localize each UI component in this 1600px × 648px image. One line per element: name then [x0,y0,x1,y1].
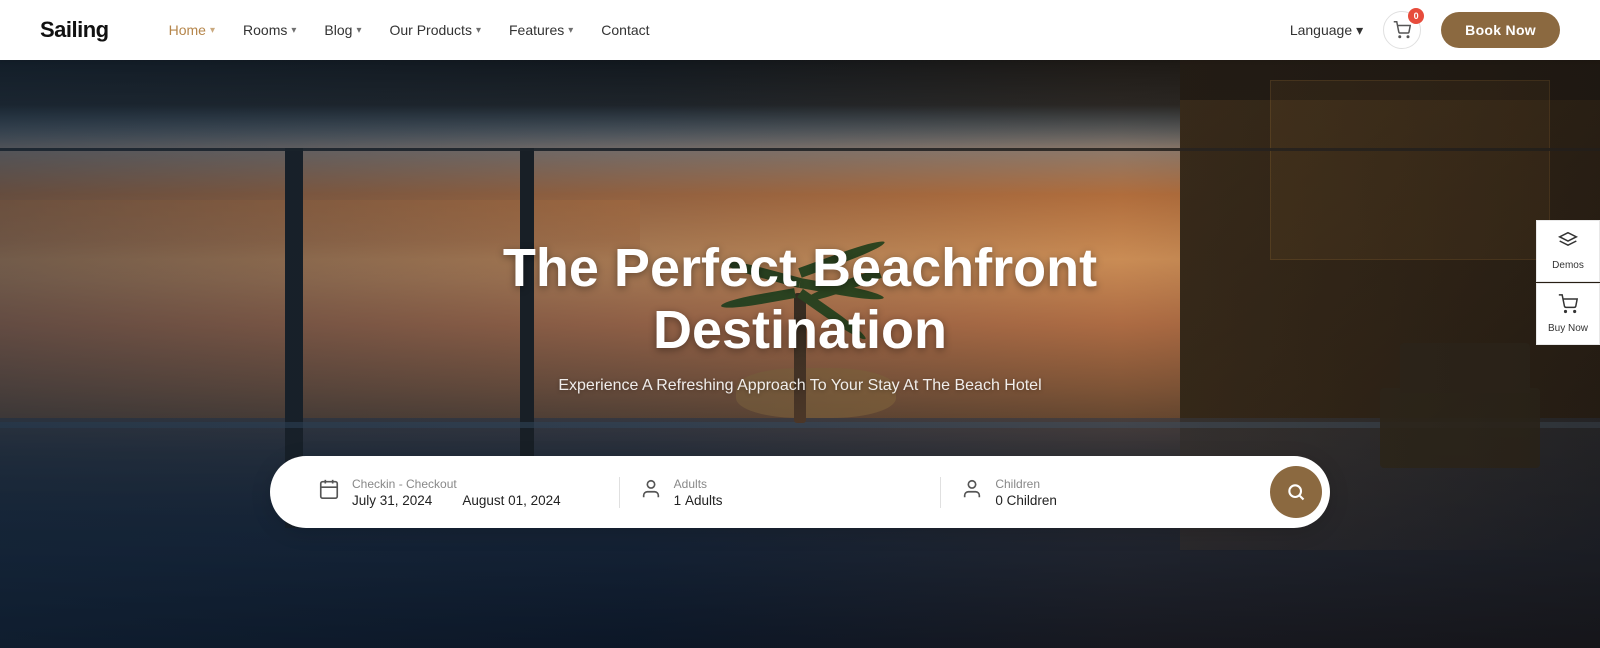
nav-home[interactable]: Home ▾ [169,22,215,38]
checkin-label: Checkin - Checkout [352,477,561,491]
nav-rooms[interactable]: Rooms ▾ [243,22,296,38]
language-button[interactable]: Language ▾ [1290,22,1363,39]
adults-value[interactable]: 1 Adults [674,493,723,508]
adults-info: Adults 1 Adults [674,477,723,508]
search-dates: July 31, 2024 August 01, 2024 [352,493,561,508]
children-info: Children 0 Children [995,477,1057,508]
brand-logo: Sailing [40,17,109,43]
nav-links: Home ▾ Rooms ▾ Blog ▾ Our Products ▾ Fea… [169,22,1290,38]
nav-blog[interactable]: Blog ▾ [324,22,361,38]
demos-button[interactable]: Demos [1536,220,1600,282]
cart-badge: 0 [1408,8,1424,24]
chevron-down-icon: ▾ [1356,22,1363,39]
nav-features[interactable]: Features ▾ [509,22,573,38]
float-buttons: Demos Buy Now [1536,220,1600,345]
chevron-down-icon: ▾ [291,25,296,36]
dates-info: Checkin - Checkout July 31, 2024 August … [352,477,561,508]
chevron-down-icon: ▾ [210,25,215,36]
nav-contact[interactable]: Contact [601,22,649,38]
hero-title: The Perfect Beachfront Destination [350,237,1250,361]
navbar: Sailing Home ▾ Rooms ▾ Blog ▾ Our Produc… [0,0,1600,60]
adults-label: Adults [674,477,723,491]
calendar-icon [318,478,340,506]
search-dates-section: Checkin - Checkout July 31, 2024 August … [298,477,619,508]
children-value[interactable]: 0 Children [995,493,1057,508]
nav-right: Language ▾ 0 Book Now [1290,11,1560,49]
search-bar: Checkin - Checkout July 31, 2024 August … [270,456,1330,528]
chevron-down-icon: ▾ [568,25,573,36]
checkin-date[interactable]: July 31, 2024 [352,493,432,508]
person-icon [640,478,662,506]
children-label: Children [995,477,1057,491]
cart-icon [1393,21,1411,39]
hero-subtitle: Experience A Refreshing Approach To Your… [350,377,1250,395]
book-now-button[interactable]: Book Now [1441,12,1560,48]
cart-button[interactable]: 0 [1383,11,1421,49]
layers-icon [1558,231,1578,256]
chevron-down-icon: ▾ [356,25,361,36]
buy-icon [1558,294,1578,319]
checkout-date[interactable]: August 01, 2024 [462,493,560,508]
hero-content: The Perfect Beachfront Destination Exper… [350,237,1250,395]
chevron-down-icon: ▾ [476,25,481,36]
nav-products[interactable]: Our Products ▾ [389,22,481,38]
search-adults-section: Adults 1 Adults [619,477,941,508]
search-children-section: Children 0 Children [940,477,1262,508]
search-button[interactable] [1270,466,1322,518]
buy-now-button[interactable]: Buy Now [1536,283,1600,345]
child-icon [961,478,983,506]
search-icon [1286,482,1306,502]
